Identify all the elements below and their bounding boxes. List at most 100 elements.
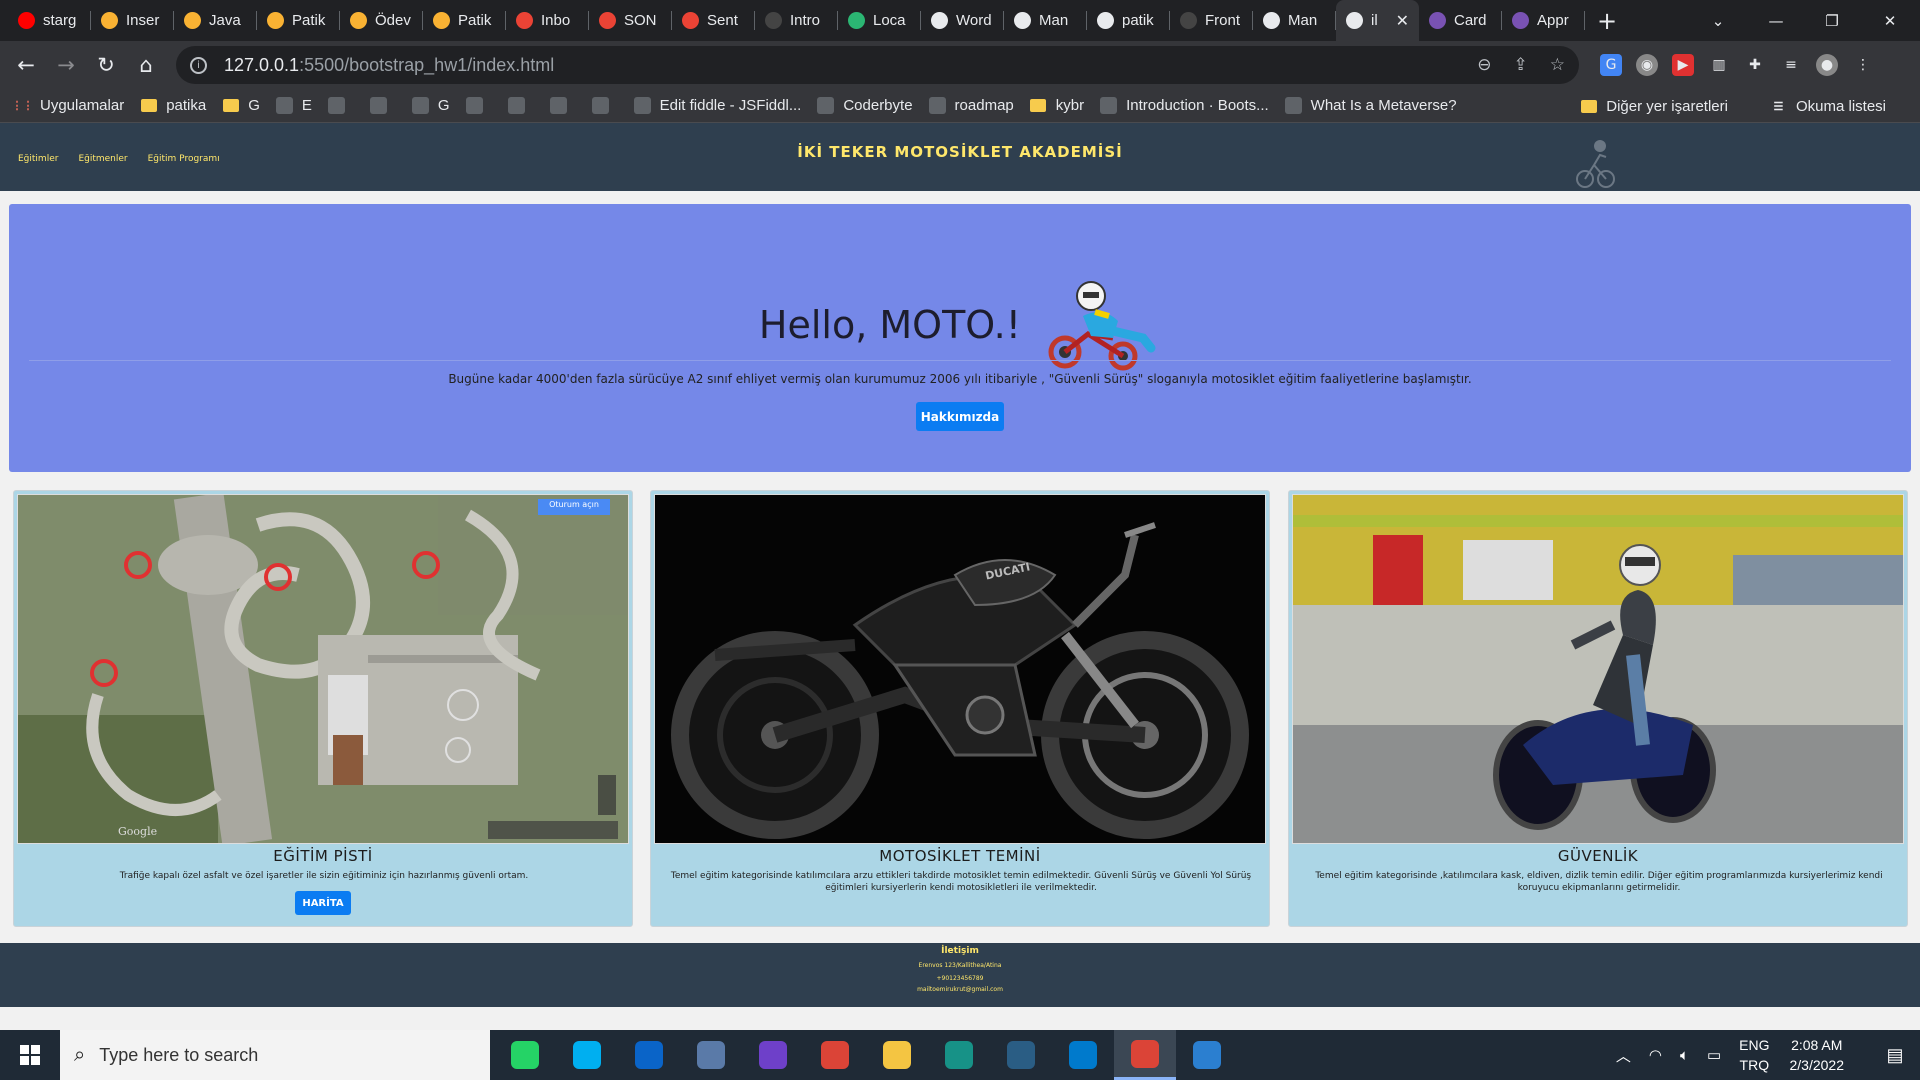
footer-phone: +90123456789 (936, 975, 984, 982)
profile-avatar[interactable]: ● (1816, 54, 1838, 76)
site-brand: İKİ TEKER MOTOSİKLET AKADEMİSİ (797, 143, 1123, 161)
bookmark-item[interactable]: G (222, 97, 260, 114)
share-icon[interactable]: ⇪ (1514, 55, 1528, 75)
browser-tab[interactable]: Inbo (506, 0, 589, 41)
home-button[interactable]: ⌂ (126, 45, 166, 85)
bookmark-item[interactable]: Introduction · Boots... (1100, 97, 1269, 114)
sidebar-icon[interactable]: ▥ (1708, 54, 1730, 76)
bookmark-item[interactable]: E (275, 97, 312, 114)
browser-tab[interactable]: Patik (423, 0, 506, 41)
tab-search-icon[interactable]: ⌄ (1690, 0, 1746, 41)
github-icon (1180, 12, 1197, 29)
wordpress-icon (1097, 12, 1114, 29)
bookmark-item[interactable] (591, 97, 618, 114)
translate-icon[interactable]: G (1600, 54, 1622, 76)
battery-icon[interactable]: ▭ (1707, 1046, 1721, 1064)
bookmark-item[interactable]: ☰ Okuma listesi (1770, 98, 1886, 115)
show-hidden-icons-icon[interactable]: ︿ (1616, 1045, 1631, 1066)
browser-tab[interactable]: Man (1004, 0, 1087, 41)
track-map-image: Oturum açın Google (17, 494, 629, 844)
start-button[interactable] (0, 1030, 60, 1080)
taskbar-app[interactable] (866, 1030, 928, 1080)
taskbar-app[interactable] (680, 1030, 742, 1080)
bookmark-item[interactable]: Coderbyte (817, 97, 913, 114)
zoom-icon[interactable]: ⊖ (1477, 55, 1491, 75)
media-control-icon[interactable]: ≡ (1780, 54, 1802, 76)
card-training-track: Oturum açın Google EĞİTİM PİSTİ Trafiğe … (13, 490, 633, 927)
browser-tab[interactable]: Inser (91, 0, 174, 41)
reload-button[interactable]: ↻ (86, 45, 126, 85)
browser-tab[interactable]: Word (921, 0, 1004, 41)
back-button[interactable]: ← (6, 45, 46, 85)
browser-tab[interactable]: Man (1253, 0, 1336, 41)
bookmark-item[interactable] (465, 97, 492, 114)
circle-icon (184, 12, 201, 29)
extension-avatar-icon[interactable]: ◉ (1636, 54, 1658, 76)
language-indicator[interactable]: ENG TRQ (1739, 1035, 1769, 1075)
maximize-button[interactable]: ❐ (1804, 0, 1860, 41)
browser-tab[interactable]: Card (1419, 0, 1502, 41)
map-button[interactable]: HARİTA (295, 891, 351, 915)
bookmark-item[interactable] (549, 97, 576, 114)
red-extension-icon[interactable]: ▶ (1672, 54, 1694, 76)
taskbar-app[interactable] (804, 1030, 866, 1080)
taskbar-app[interactable] (990, 1030, 1052, 1080)
taskbar-app[interactable] (742, 1030, 804, 1080)
about-button[interactable]: Hakkımızda (916, 402, 1004, 431)
browser-tab[interactable]: starg (8, 0, 91, 41)
bookmark-item[interactable]: ⋮⋮ Uygulamalar (12, 97, 125, 114)
bookmark-item[interactable]: Diğer yer işaretleri (1580, 98, 1728, 115)
volume-icon[interactable]: 🔈︎ (1680, 1047, 1689, 1064)
forward-button[interactable]: → (46, 45, 86, 85)
wifi-icon[interactable]: ◠ (1649, 1046, 1662, 1064)
browser-tab[interactable]: Patik (257, 0, 340, 41)
close-window-button[interactable]: ✕ (1862, 0, 1918, 41)
clock[interactable]: 2:08 AM 2/3/2022 (1790, 1035, 1845, 1075)
footer-email[interactable]: mailtoemirukrut@gmail.com (0, 986, 1920, 993)
browser-tab[interactable]: patik (1087, 0, 1170, 41)
site-footer: İletişim Erenvos 123/Kallithea/Atina +90… (0, 943, 1920, 1007)
card-title: EĞİTİM PİSTİ (273, 847, 373, 865)
taskbar-search[interactable]: ⌕ Type here to search (60, 1030, 490, 1080)
bookmark-item[interactable]: Edit fiddle - JSFiddl... (633, 97, 801, 114)
circle-icon (350, 12, 367, 29)
taskbar-app[interactable] (556, 1030, 618, 1080)
browser-tab[interactable]: Intro (755, 0, 838, 41)
browser-tab[interactable]: Appr (1502, 0, 1585, 41)
bookmark-item[interactable] (507, 97, 534, 114)
browser-tab[interactable]: il ✕ (1336, 0, 1419, 41)
browser-tab[interactable]: Loca (838, 0, 921, 41)
browser-tab[interactable]: Sent (672, 0, 755, 41)
browser-tab[interactable]: Java (174, 0, 257, 41)
new-tab-button[interactable]: + (1597, 0, 1617, 41)
taskbar-app[interactable] (1114, 1030, 1176, 1080)
gmail-icon (516, 12, 533, 29)
bookmark-item[interactable] (369, 97, 396, 114)
wordpress-icon (931, 12, 948, 29)
bookmark-item[interactable] (327, 97, 354, 114)
taskbar-app[interactable] (1052, 1030, 1114, 1080)
bookmark-item[interactable]: G (411, 97, 450, 114)
bookmark-item[interactable]: roadmap (928, 97, 1014, 114)
puzzle-extensions-icon[interactable]: ✚ (1744, 54, 1766, 76)
menu-dots-icon[interactable]: ⋮ (1852, 54, 1874, 76)
address-bar[interactable]: i 127.0.0.1:5500/bootstrap_hw1/index.htm… (176, 46, 1579, 84)
bookmark-star-icon[interactable]: ☆ (1550, 55, 1565, 75)
browser-tab[interactable]: Front (1170, 0, 1253, 41)
bookmark-item[interactable]: kybr (1030, 97, 1084, 114)
taskbar-app[interactable] (494, 1030, 556, 1080)
browser-tab[interactable]: SON (589, 0, 672, 41)
bird-icon (549, 97, 567, 114)
minimize-button[interactable]: — (1748, 0, 1804, 41)
browser-tab[interactable]: Ödev (340, 0, 423, 41)
site-info-icon[interactable]: i (190, 56, 207, 74)
taskbar-app[interactable] (1176, 1030, 1238, 1080)
tab-label: Man (1288, 12, 1318, 29)
bookmark-item[interactable]: patika (140, 97, 206, 114)
notification-icon[interactable]: ▤ (1870, 1045, 1920, 1066)
bookmark-item[interactable]: What Is a Metaverse? (1284, 97, 1457, 114)
taskbar-app[interactable] (928, 1030, 990, 1080)
close-tab-icon[interactable]: ✕ (1396, 11, 1409, 31)
taskbar-app[interactable] (618, 1030, 680, 1080)
map-signin-badge: Oturum açın (549, 500, 599, 509)
